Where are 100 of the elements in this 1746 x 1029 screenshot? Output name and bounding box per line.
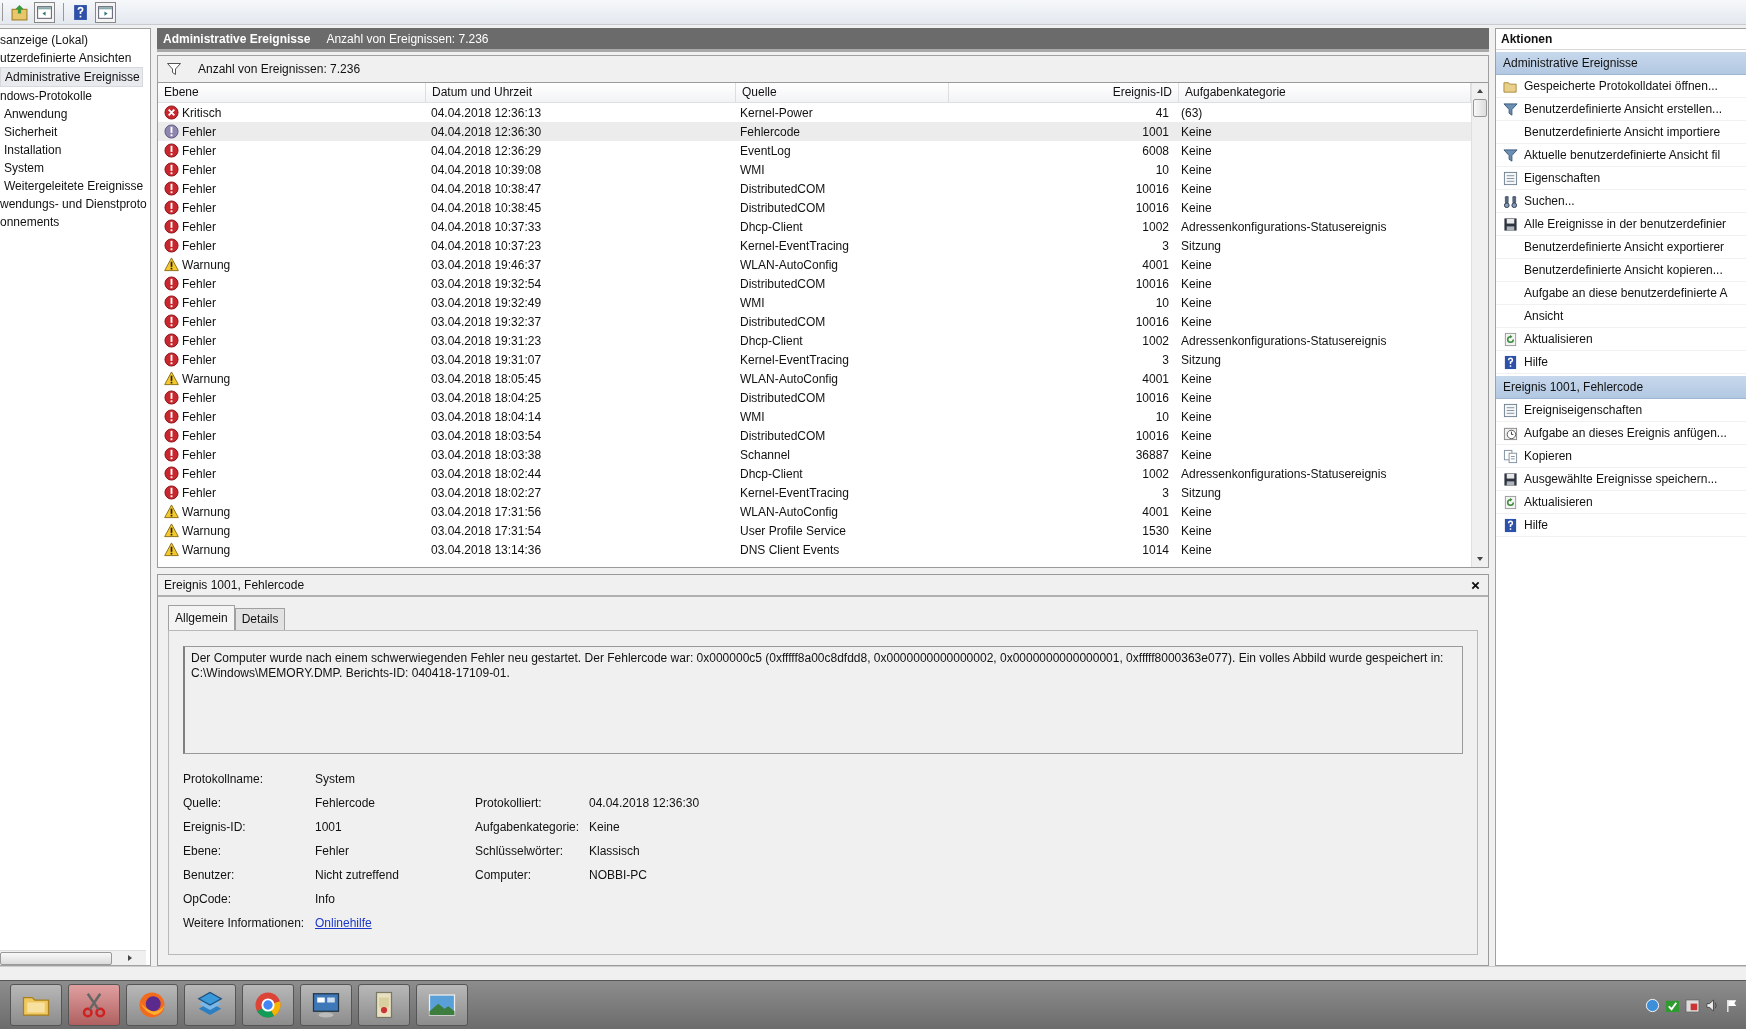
table-cell: 10016 [1135, 276, 1169, 291]
event-row[interactable]: Kritisch 04.04.2018 12:36:13 Kernel-Power 41 (63) [158, 103, 1471, 122]
column-header[interactable]: Datum und Uhrzeit [426, 83, 736, 102]
event-row[interactable]: Fehler 03.04.2018 18:02:44 Dhcp-Client 1002 Adressenkonfigurations-Statusereignis [158, 464, 1471, 483]
tree-item[interactable]: Sicherheit [0, 123, 60, 141]
event-row[interactable]: Fehler 03.04.2018 19:32:49 WMI 10 Keine [158, 293, 1471, 312]
action-item[interactable]: Kopieren [1496, 445, 1746, 468]
event-row[interactable]: Warnung 03.04.2018 13:14:36 DNS Client Events 1014 Keine [158, 540, 1471, 559]
action-item[interactable]: Ausgewählte Ereignisse speichern... [1496, 468, 1746, 491]
taskbar-button[interactable] [68, 984, 120, 1026]
table-cell: 04.04.2018 10:38:47 [431, 181, 542, 196]
taskbar-button[interactable] [10, 984, 62, 1026]
action-item[interactable]: Hilfe [1496, 351, 1746, 374]
action-item[interactable]: Gespeicherte Protokolldatei öffnen... [1496, 75, 1746, 98]
event-row[interactable]: Warnung 03.04.2018 19:46:37 WLAN-AutoConfig 4001 Keine [158, 255, 1471, 274]
event-row[interactable]: Fehler 04.04.2018 10:38:47 DistributedCOM 10016 Keine [158, 179, 1471, 198]
close-icon[interactable] [1471, 580, 1480, 590]
table-cell: 04.04.2018 12:36:29 [431, 143, 542, 158]
tab[interactable]: Details [234, 608, 286, 630]
action-item[interactable]: Benutzerdefinierte Ansicht exportierer [1496, 236, 1746, 259]
scroll-up-arrow-icon[interactable] [1476, 87, 1484, 95]
tree-item[interactable]: Anwendung [0, 105, 70, 123]
tree-item[interactable]: utzerdefinierte Ansichten [0, 49, 134, 67]
taskbar-button[interactable] [126, 984, 178, 1026]
error-icon [164, 333, 179, 348]
event-row[interactable]: Fehler 03.04.2018 18:04:14 WMI 10 Keine [158, 407, 1471, 426]
event-row[interactable]: Fehler 03.04.2018 18:03:38 Schannel 36887 Keine [158, 445, 1471, 464]
action-item[interactable]: Benutzerdefinierte Ansicht erstellen... [1496, 98, 1746, 121]
action-item[interactable]: Eigenschaften [1496, 167, 1746, 190]
event-row[interactable]: Fehler 03.04.2018 19:31:07 Kernel-EventTracing 3 Sitzung [158, 350, 1471, 369]
tree-item[interactable]: Administrative Ereignisse [0, 67, 143, 87]
action-item[interactable]: Ansicht [1496, 305, 1746, 328]
taskbar-button[interactable] [184, 984, 236, 1026]
warning-icon [164, 542, 179, 557]
action-item[interactable]: Benutzerdefinierte Ansicht importiere [1496, 121, 1746, 144]
event-row[interactable]: Fehler 04.04.2018 12:36:30 Fehlercode 1001 Keine [158, 122, 1471, 141]
action-item[interactable]: Aufgabe an diese benutzerdefinierte A [1496, 282, 1746, 305]
taskbar-button[interactable] [358, 984, 410, 1026]
folder-up-icon[interactable] [11, 3, 28, 21]
event-row[interactable]: Fehler 04.04.2018 10:37:33 Dhcp-Client 1002 Adressenkonfigurations-Statusereignis [158, 217, 1471, 236]
event-row[interactable]: Fehler 04.04.2018 12:36:29 EventLog 6008 Keine [158, 141, 1471, 160]
vertical-scrollbar[interactable] [1471, 83, 1488, 567]
section-header[interactable]: Ereignis 1001, Fehlercode [1496, 376, 1746, 399]
action-item[interactable]: Suchen... [1496, 190, 1746, 213]
action-item[interactable]: Aktuelle benutzerdefinierte Ansicht fil [1496, 144, 1746, 167]
action-item[interactable]: Alle Ereignisse in der benutzerdefinier [1496, 213, 1746, 236]
column-header[interactable]: Ebene [158, 83, 426, 102]
help-icon[interactable] [72, 3, 89, 21]
column-header[interactable]: Ereignis-ID [949, 83, 1179, 102]
table-cell: Dhcp-Client [740, 333, 803, 348]
event-row[interactable]: Warnung 03.04.2018 17:31:54 User Profile Service 1530 Keine [158, 521, 1471, 540]
event-row[interactable]: Warnung 03.04.2018 17:31:56 WLAN-AutoConfig 4001 Keine [158, 502, 1471, 521]
event-row[interactable]: Warnung 03.04.2018 18:05:45 WLAN-AutoConfig 4001 Keine [158, 369, 1471, 388]
horizontal-scrollbar[interactable] [0, 950, 146, 965]
action-item[interactable]: Ereigniseigenschaften [1496, 399, 1746, 422]
scroll-thumb[interactable] [0, 951, 112, 965]
tree-item[interactable]: System [0, 159, 46, 177]
error-icon [164, 276, 179, 291]
table-cell: Keine [1181, 314, 1212, 329]
taskbar-button[interactable] [242, 984, 294, 1026]
tree-item[interactable]: ndows-Protokolle [0, 87, 95, 105]
tree-item[interactable]: Weitergeleitete Ereignisse [0, 177, 146, 195]
pane-icon[interactable] [34, 1, 55, 23]
action-item[interactable]: Aktualisieren [1496, 491, 1746, 514]
event-row[interactable]: Fehler 04.04.2018 10:39:08 WMI 10 Keine [158, 160, 1471, 179]
action-item[interactable]: Hilfe [1496, 514, 1746, 537]
speaker-icon[interactable] [1705, 997, 1720, 1013]
error-icon [164, 428, 179, 443]
event-row[interactable]: Fehler 03.04.2018 19:32:54 DistributedCOM 10016 Keine [158, 274, 1471, 293]
tree-item[interactable]: Installation [0, 141, 64, 159]
action-item[interactable]: Benutzerdefinierte Ansicht kopieren... [1496, 259, 1746, 282]
event-row[interactable]: Fehler 03.04.2018 19:31:23 Dhcp-Client 1002 Adressenkonfigurations-Statusereignis [158, 331, 1471, 350]
online-help-link[interactable]: Onlinehilfe [315, 915, 372, 931]
scroll-down-arrow-icon[interactable] [1476, 555, 1484, 563]
column-header[interactable]: Quelle [736, 83, 949, 102]
event-row[interactable]: Fehler 03.04.2018 18:04:25 DistributedCOM 10016 Keine [158, 388, 1471, 407]
table-cell: Fehler [182, 390, 216, 405]
section-header[interactable]: Administrative Ereignisse [1496, 52, 1746, 75]
event-row[interactable]: Fehler 04.04.2018 10:37:23 Kernel-EventTracing 3 Sitzung [158, 236, 1471, 255]
table-cell: 10 [1155, 409, 1169, 424]
tab[interactable]: Allgemein [168, 605, 235, 630]
action-item[interactable]: Aktualisieren [1496, 328, 1746, 351]
taskbar-button[interactable] [300, 984, 352, 1026]
tree-item[interactable]: sanzeige (Lokal) [0, 31, 91, 49]
pane-icon[interactable] [95, 1, 116, 23]
scroll-thumb[interactable] [1473, 99, 1487, 117]
taskbar-button[interactable] [416, 984, 468, 1026]
event-row[interactable]: Fehler 04.04.2018 10:38:45 DistributedCOM 10016 Keine [158, 198, 1471, 217]
scroll-right-arrow-icon[interactable] [126, 954, 134, 962]
property-value: Fehler [315, 843, 350, 859]
tree-item[interactable]: wendungs- und Dienstproto [0, 195, 149, 213]
actions-title: Aktionen [1496, 29, 1746, 50]
event-row[interactable]: Fehler 03.04.2018 19:32:37 DistributedCOM 10016 Keine [158, 312, 1471, 331]
tree-item[interactable]: onnements [0, 213, 62, 231]
event-row[interactable]: Fehler 03.04.2018 18:02:27 Kernel-EventTracing 3 Sitzung [158, 483, 1471, 502]
action-item[interactable]: Aufgabe an dieses Ereignis anfügen... [1496, 422, 1746, 445]
table-cell: 3 [1162, 352, 1169, 367]
table-cell: Dhcp-Client [740, 466, 803, 481]
event-row[interactable]: Fehler 03.04.2018 18:03:54 DistributedCOM 10016 Keine [158, 426, 1471, 445]
table-cell: Fehler [182, 276, 216, 291]
